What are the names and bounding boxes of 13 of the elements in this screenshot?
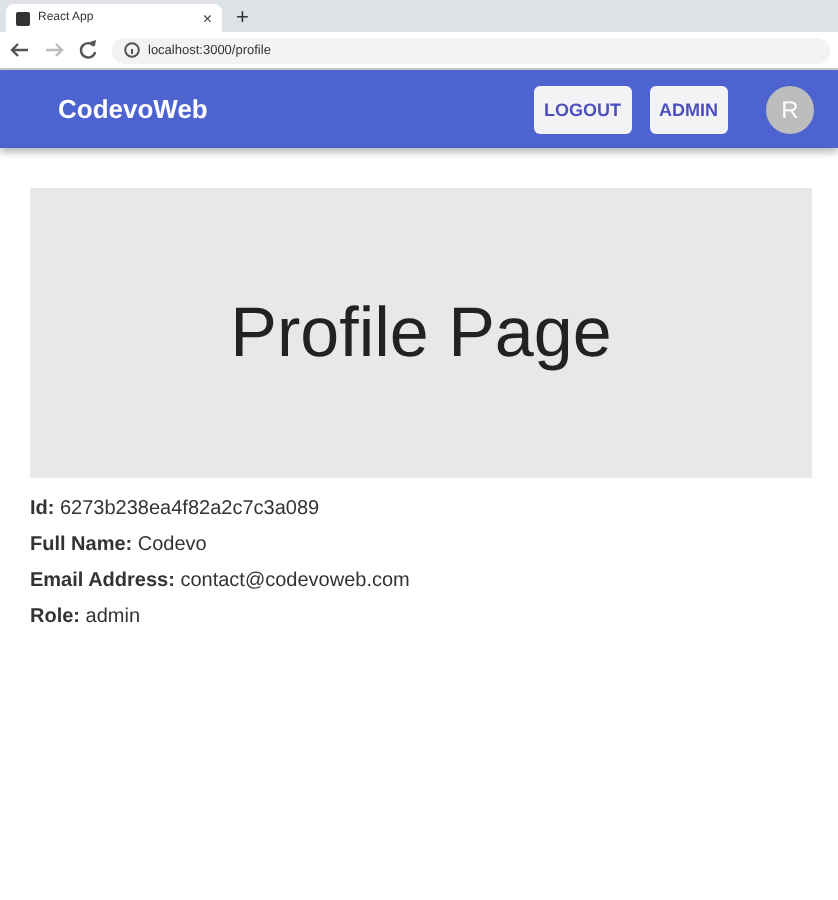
info-icon [124, 42, 140, 58]
new-tab-button[interactable]: + [236, 4, 249, 32]
profile-field: Full Name: Codevo [30, 540, 812, 552]
close-tab-button[interactable]: × [202, 9, 212, 27]
profile-field: Id: 6273b238ea4f82a2c7c3a089 [30, 504, 812, 516]
back-icon[interactable] [10, 40, 30, 60]
nav-button[interactable]: LOGOUT [534, 85, 631, 133]
nav-button[interactable]: ADMIN [649, 85, 728, 133]
brand-title[interactable]: CodevoWeb [58, 94, 208, 124]
profile-field: Email Address: contact@codevoweb.com [30, 576, 812, 588]
page-title: Profile Page [230, 293, 612, 373]
profile-field: Role: admin [30, 612, 812, 624]
reload-icon[interactable] [78, 40, 98, 60]
